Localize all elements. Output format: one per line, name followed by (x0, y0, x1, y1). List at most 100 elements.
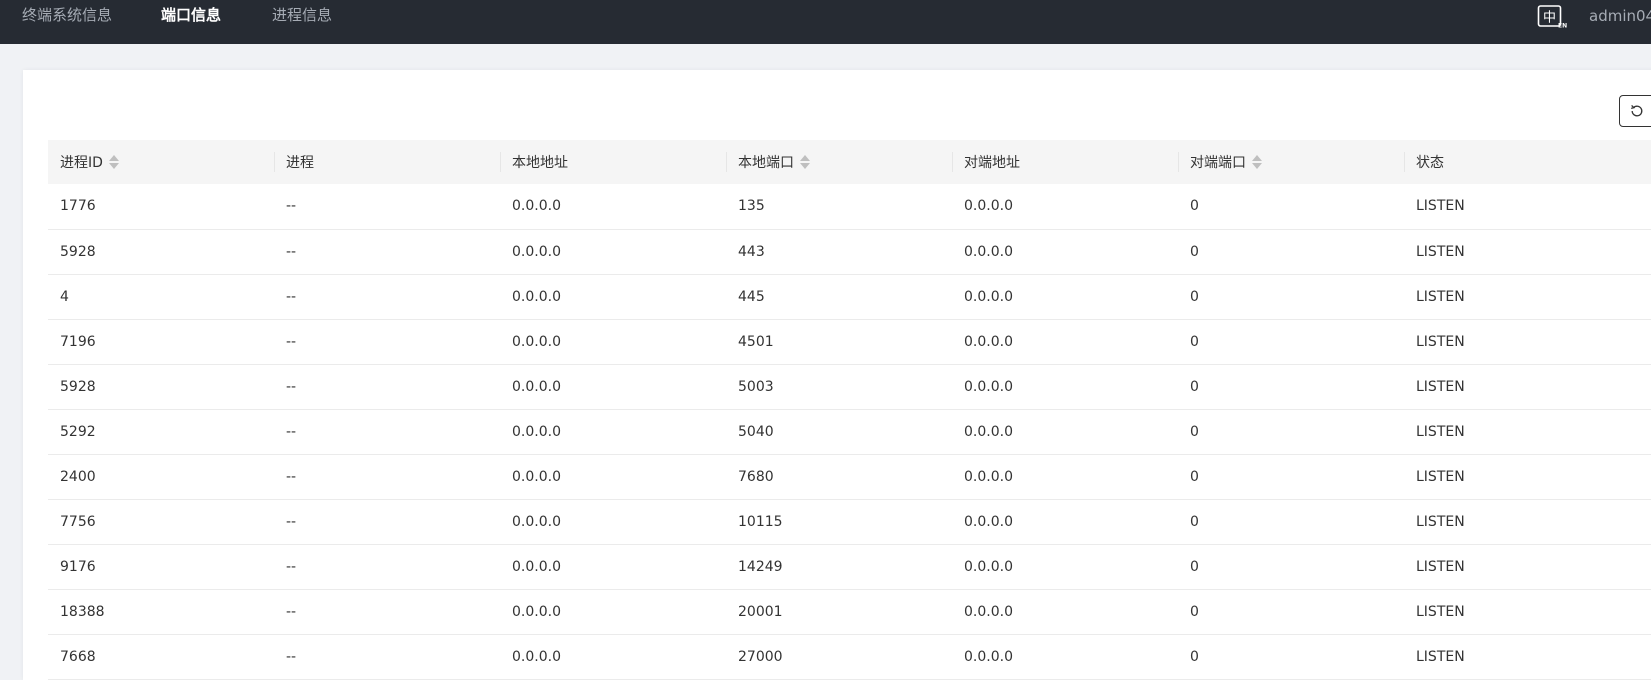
table-cell: 0.0.0.0 (512, 648, 561, 665)
table-row: 18388 -- 0.0.0.0 20001 0.0.0.0 0 LISTEN (48, 589, 1651, 634)
table-cell: 0.0.0.0 (512, 288, 561, 305)
table-cell: 1776 (60, 198, 96, 215)
table-cell: -- (286, 198, 297, 215)
table-cell: 0 (1190, 288, 1199, 305)
column-header-label: 本地地址 (512, 155, 568, 171)
user-name[interactable]: admin04 (1589, 7, 1651, 25)
table-cell: 14249 (738, 558, 783, 575)
table-cell: 0 (1190, 243, 1199, 260)
table-cell: 0.0.0.0 (512, 468, 561, 485)
table-cell: 7756 (60, 513, 96, 530)
table-row: 7756 -- 0.0.0.0 10115 0.0.0.0 0 LISTEN (48, 499, 1651, 544)
column-header-label: 进程 (286, 155, 314, 171)
table-cell: 0 (1190, 333, 1199, 350)
sort-icon[interactable] (800, 155, 810, 169)
column-divider (1178, 152, 1179, 172)
table-cell: LISTEN (1416, 198, 1465, 215)
table-cell: LISTEN (1416, 423, 1465, 440)
table-cell: -- (286, 288, 297, 305)
table-cell: LISTEN (1416, 468, 1465, 485)
column-divider (274, 152, 275, 172)
table-cell: -- (286, 603, 297, 620)
column-divider (952, 152, 953, 172)
table-cell: 4501 (738, 333, 774, 350)
table-cell: 0.0.0.0 (512, 243, 561, 260)
column-header-label: 进程ID (60, 155, 103, 171)
table-cell: 0 (1190, 198, 1199, 215)
column-header[interactable]: 对端端口 (1178, 140, 1404, 184)
table-row: 9176 -- 0.0.0.0 14249 0.0.0.0 0 LISTEN (48, 544, 1651, 589)
column-divider (726, 152, 727, 172)
column-divider (1404, 152, 1405, 172)
column-header-label: 对端地址 (964, 155, 1020, 171)
table-cell: 9176 (60, 558, 96, 575)
table-cell: LISTEN (1416, 648, 1465, 665)
table-cell: -- (286, 378, 297, 395)
table-cell: 0 (1190, 378, 1199, 395)
table-cell: 4 (60, 288, 69, 305)
table-cell: 135 (738, 198, 765, 215)
table-cell: 0 (1190, 468, 1199, 485)
table-cell: 0.0.0.0 (512, 198, 561, 215)
table-cell: 445 (738, 288, 765, 305)
table-cell: 0.0.0.0 (964, 198, 1013, 215)
column-header: 对端地址 (952, 140, 1178, 184)
column-header-label: 状态 (1416, 155, 1444, 171)
table-cell: LISTEN (1416, 603, 1465, 620)
table-cell: -- (286, 243, 297, 260)
column-header[interactable]: 进程ID (48, 140, 274, 184)
table-cell: 0.0.0.0 (964, 378, 1013, 395)
top-navigation-bar: 终端系统信息 端口信息 进程信息 中 EN admin04 (0, 0, 1651, 44)
table-row: 5928 -- 0.0.0.0 5003 0.0.0.0 0 LISTEN (48, 364, 1651, 409)
table-cell: 7668 (60, 648, 96, 665)
table-cell: 5292 (60, 423, 96, 440)
table-cell: LISTEN (1416, 558, 1465, 575)
chinese-english-switch-icon[interactable]: 中 EN (1537, 3, 1567, 29)
refresh-icon (1631, 104, 1643, 117)
table-cell: 443 (738, 243, 765, 260)
table-cell: 0.0.0.0 (512, 378, 561, 395)
port-table: 进程ID 进程 本地地址 本地端口 对端地址 对端端口 状态 1776 -- 0.0.0.0 13… (48, 140, 1651, 680)
table-cell: 0 (1190, 423, 1199, 440)
table-cell: 7196 (60, 333, 96, 350)
table-cell: 0.0.0.0 (964, 243, 1013, 260)
nav-item-1[interactable]: 终端系统信息 (22, 4, 112, 25)
table-cell: 0.0.0.0 (964, 423, 1013, 440)
table-cell: 5928 (60, 378, 96, 395)
table-cell: 0.0.0.0 (964, 288, 1013, 305)
table-cell: 0.0.0.0 (964, 648, 1013, 665)
table-cell: -- (286, 333, 297, 350)
column-header: 状态 (1404, 140, 1651, 184)
table-row: 5292 -- 0.0.0.0 5040 0.0.0.0 0 LISTEN (48, 409, 1651, 454)
table-row: 7668 -- 0.0.0.0 27000 0.0.0.0 0 LISTEN (48, 634, 1651, 679)
table-cell: 0.0.0.0 (964, 513, 1013, 530)
table-cell: -- (286, 468, 297, 485)
table-cell: 0.0.0.0 (964, 603, 1013, 620)
table-row: 1776 -- 0.0.0.0 135 0.0.0.0 0 LISTEN (48, 184, 1651, 229)
table-cell: 5928 (60, 243, 96, 260)
table-cell: LISTEN (1416, 243, 1465, 260)
table-cell: -- (286, 648, 297, 665)
table-row: 2400 -- 0.0.0.0 7680 0.0.0.0 0 LISTEN (48, 454, 1651, 499)
sort-icon[interactable] (108, 155, 119, 169)
table-cell: 0.0.0.0 (512, 333, 561, 350)
table-cell: LISTEN (1416, 513, 1465, 530)
table-row: 5928 -- 0.0.0.0 443 0.0.0.0 0 LISTEN (48, 229, 1651, 274)
nav-item-2[interactable]: 端口信息 (161, 4, 221, 25)
sort-icon[interactable] (1252, 155, 1262, 169)
table-cell: 0.0.0.0 (964, 333, 1013, 350)
table-cell: 0.0.0.0 (964, 558, 1013, 575)
table-cell: 0.0.0.0 (512, 558, 561, 575)
table-cell: 0 (1190, 558, 1199, 575)
table-header-row: 进程ID 进程 本地地址 本地端口 对端地址 对端端口 状态 (48, 140, 1651, 184)
table-cell: 0.0.0.0 (512, 423, 561, 440)
column-header[interactable]: 本地端口 (726, 140, 952, 184)
table-cell: 5003 (738, 378, 774, 395)
table-cell: 5040 (738, 423, 774, 440)
column-header-label: 本地端口 (738, 155, 794, 171)
table-cell: LISTEN (1416, 333, 1465, 350)
table-cell: 27000 (738, 648, 783, 665)
table-cell: 20001 (738, 603, 783, 620)
refresh-button[interactable] (1619, 95, 1651, 127)
nav-item-3[interactable]: 进程信息 (272, 4, 332, 25)
